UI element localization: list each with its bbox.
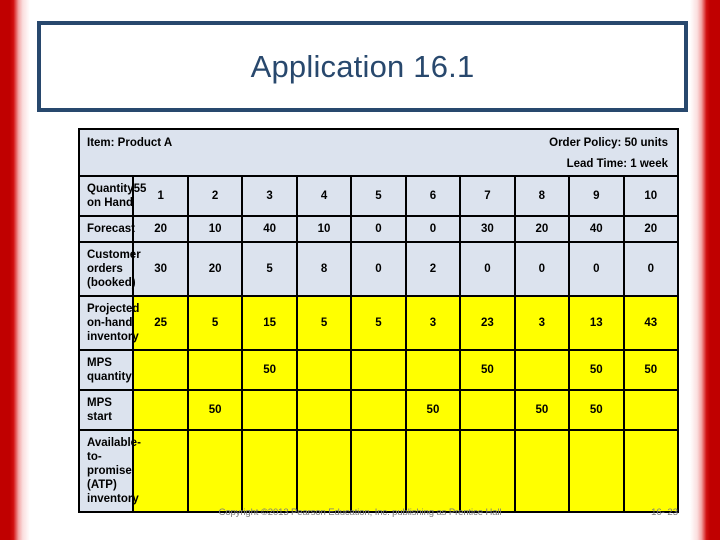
row-label-forecast: Forecast [80,217,135,242]
cell-atp-4 [297,431,351,512]
period-header-10: 10 [624,177,677,216]
table-info-cell: Item: Product A Order Policy: 50 units L… [80,130,677,176]
cell-mps-quantity-1 [134,351,187,390]
cell-forecast-1: 20 [134,217,187,242]
slide-footer: Copyright ©2013 Pearson Education, Inc. … [0,507,720,527]
table-row: Customer orders (booked) 30 20 5 8 0 2 0… [80,243,677,296]
copyright-notice: Copyright ©2013 Pearson Education, Inc. … [218,507,502,518]
lead-time-label: Lead Time: 1 week [566,158,668,171]
cell-atp-2 [188,431,242,512]
cell-mps-start-7 [461,391,514,430]
cell-forecast-6: 0 [406,217,460,242]
cell-customer-orders-10: 0 [624,243,677,296]
cell-mps-quantity-4 [297,351,351,390]
right-red-accent-bar [690,0,720,540]
period-header-5: 5 [352,177,405,216]
cell-mps-quantity-8 [515,351,569,390]
slide-title-box: Application 16.1 [37,21,688,112]
period-header-9: 9 [570,177,623,216]
cell-mps-start-10 [624,391,677,430]
period-header-3: 3 [243,177,296,216]
period-header-4: 4 [297,177,351,216]
cell-atp-1 [134,431,187,512]
table-row: Forecast 20 10 40 10 0 0 30 20 40 20 [80,217,677,242]
row-label-projected-on-hand: Projected on-hand inventory [80,297,139,350]
cell-mps-quantity-6 [406,351,460,390]
cell-forecast-7: 30 [461,217,514,242]
table-row: Available-to-promise (ATP) inventory [80,431,677,512]
cell-customer-orders-7: 0 [461,243,514,296]
cell-projected-on-hand-1: 25 [134,297,187,350]
cell-mps-start-6: 50 [406,391,460,430]
cell-projected-on-hand-10: 43 [624,297,677,350]
cell-customer-orders-8: 0 [515,243,569,296]
row-label-mps-quantity: MPS quantity [80,351,133,390]
cell-mps-quantity-2 [188,351,242,390]
cell-mps-quantity-10: 50 [624,351,677,390]
cell-projected-on-hand-4: 5 [297,297,351,350]
cell-mps-quantity-7: 50 [461,351,514,390]
cell-mps-start-2: 50 [188,391,242,430]
cell-mps-quantity-5 [352,351,405,390]
mps-schedule-table: Item: Product A Order Policy: 50 units L… [78,128,679,514]
cell-mps-quantity-9: 50 [570,351,623,390]
cell-projected-on-hand-3: 15 [243,297,296,350]
table-row: Projected on-hand inventory 25 5 15 5 5 … [80,297,677,350]
cell-mps-start-4 [297,391,351,430]
cell-mps-start-9: 50 [570,391,623,430]
cell-atp-7 [461,431,514,512]
cell-atp-8 [515,431,569,512]
cell-customer-orders-6: 2 [406,243,460,296]
cell-projected-on-hand-7: 23 [461,297,514,350]
cell-customer-orders-9: 0 [570,243,623,296]
table-row: MPS start 50 50 50 50 [80,391,677,430]
table-row: MPS quantity 50 50 50 50 [80,351,677,390]
cell-customer-orders-1: 30 [134,243,187,296]
period-header-2: 2 [188,177,242,216]
row-label-available-to-promise: Available-to-promise (ATP) inventory [80,431,141,512]
item-label: Item: Product A [87,137,173,149]
cell-atp-10 [624,431,677,512]
quantity-on-hand-cell: Quantity on Hand 55 [80,177,146,216]
page-title: Application 16.1 [250,48,475,84]
cell-atp-3 [243,431,296,512]
cell-customer-orders-4: 8 [297,243,351,296]
cell-projected-on-hand-9: 13 [570,297,623,350]
cell-atp-5 [352,431,405,512]
cell-customer-orders-5: 0 [352,243,405,296]
row-label-mps-start: MPS start [80,391,133,430]
table-period-header-row: Quantity on Hand 55 1 2 3 4 5 6 7 8 9 10 [80,177,677,216]
cell-forecast-8: 20 [515,217,569,242]
cell-mps-quantity-3: 50 [243,351,296,390]
cell-atp-9 [570,431,623,512]
page-number: 16- 23 [651,507,678,518]
cell-forecast-4: 10 [297,217,351,242]
period-header-7: 7 [461,177,514,216]
cell-customer-orders-3: 5 [243,243,296,296]
order-policy-label: Order Policy: 50 units [549,137,668,149]
cell-forecast-2: 10 [188,217,242,242]
cell-projected-on-hand-8: 3 [515,297,569,350]
cell-projected-on-hand-5: 5 [352,297,405,350]
period-header-8: 8 [515,177,569,216]
left-red-accent-bar [0,0,30,540]
cell-projected-on-hand-2: 5 [188,297,242,350]
table-info-row: Item: Product A Order Policy: 50 units L… [80,130,677,176]
cell-forecast-5: 0 [352,217,405,242]
cell-projected-on-hand-6: 3 [406,297,460,350]
cell-mps-start-3 [243,391,296,430]
cell-mps-start-5 [352,391,405,430]
cell-mps-start-1 [134,391,187,430]
cell-mps-start-8: 50 [515,391,569,430]
period-header-6: 6 [406,177,460,216]
quantity-on-hand-label: Quantity on Hand [87,183,134,210]
cell-forecast-3: 40 [243,217,296,242]
cell-forecast-9: 40 [570,217,623,242]
cell-forecast-10: 20 [624,217,677,242]
row-label-customer-orders: Customer orders (booked) [80,243,141,296]
cell-customer-orders-2: 20 [188,243,242,296]
cell-atp-6 [406,431,460,512]
